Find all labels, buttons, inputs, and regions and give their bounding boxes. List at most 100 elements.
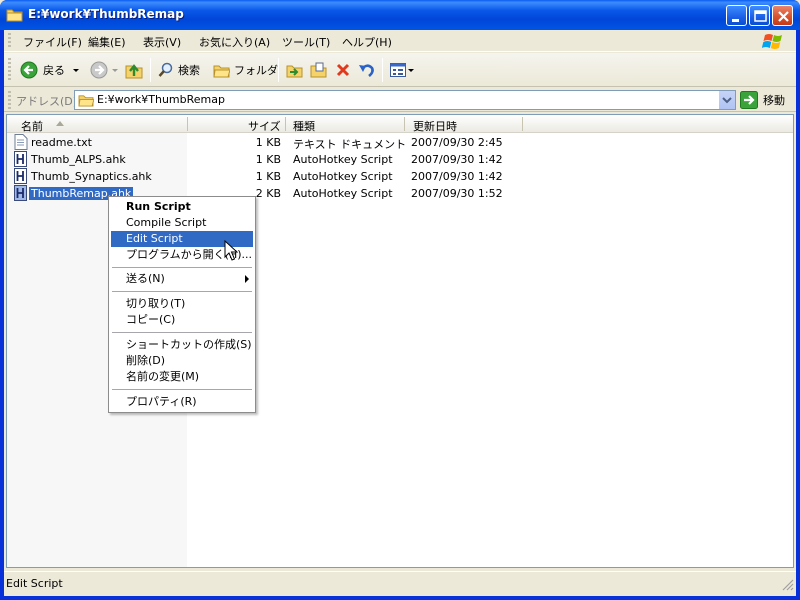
file-row[interactable]: Thumb_ALPS.ahk 1 KB AutoHotkey Script 20…: [7, 151, 793, 168]
mouse-pointer-icon: [224, 240, 238, 261]
file-date: 2007/09/30 1:52: [411, 187, 503, 200]
forward-button[interactable]: [90, 53, 120, 87]
address-dropdown-button[interactable]: [718, 91, 735, 109]
file-row[interactable]: Thumb_Synaptics.ahk 1 KB AutoHotkey Scri…: [7, 168, 793, 185]
address-label: アドレス(D): [16, 95, 78, 108]
minimize-button[interactable]: [726, 5, 747, 26]
column-divider[interactable]: [404, 117, 405, 131]
toolbar-separator: [382, 58, 383, 82]
menu-help[interactable]: ヘルプ(H): [342, 34, 392, 50]
column-header-type[interactable]: 種類: [293, 118, 315, 134]
search-icon: [158, 62, 173, 77]
move-to-button[interactable]: [286, 53, 304, 87]
address-input[interactable]: E:¥work¥ThumbRemap: [74, 90, 736, 110]
context-menu: Run Script Compile Script Edit Script プロ…: [108, 196, 256, 413]
standard-toolbar: 戻る 検索 フォルダ: [4, 53, 796, 87]
status-text: Edit Script: [6, 577, 63, 590]
windows-logo-icon: [762, 34, 782, 49]
menu-edit[interactable]: 編集(E): [88, 34, 126, 50]
views-icon: [390, 63, 406, 77]
column-divider[interactable]: [187, 117, 188, 131]
delete-x-icon: [336, 63, 350, 77]
list-header: 名前 サイズ 種類 更新日時: [7, 115, 793, 134]
folder-icon: [213, 65, 230, 77]
column-divider[interactable]: [285, 117, 286, 131]
menu-item-compile-script[interactable]: Compile Script: [111, 215, 253, 231]
column-header-size[interactable]: サイズ: [248, 118, 281, 134]
resize-grip-icon[interactable]: [782, 579, 794, 591]
ahk-file-icon: [14, 185, 27, 201]
menu-separator: [112, 389, 252, 390]
copy-to-folder-icon: [310, 62, 327, 78]
file-name: Thumb_ALPS.ahk: [31, 153, 126, 166]
chevron-down-icon[interactable]: [71, 65, 81, 75]
menubar-grip[interactable]: [8, 33, 11, 49]
views-button[interactable]: [390, 53, 415, 87]
file-type: AutoHotkey Script: [293, 170, 393, 183]
menu-tools[interactable]: ツール(T): [282, 34, 330, 50]
forward-arrow-icon: [90, 61, 108, 79]
file-date: 2007/09/30 1:42: [411, 170, 503, 183]
delete-button[interactable]: [335, 53, 351, 87]
undo-icon: [359, 64, 374, 78]
folder-icon: [78, 95, 94, 107]
file-size: 1 KB: [255, 153, 281, 166]
go-arrow-icon: [740, 91, 758, 109]
maximize-button[interactable]: [749, 5, 770, 26]
copy-to-button[interactable]: [310, 53, 328, 87]
chevron-down-icon[interactable]: [110, 65, 120, 75]
toolbar-grip[interactable]: [8, 58, 11, 82]
menu-item-delete[interactable]: 削除(D): [111, 353, 253, 369]
text-file-icon: [14, 134, 28, 150]
submenu-arrow-icon: [245, 275, 249, 283]
close-button[interactable]: [772, 5, 793, 26]
window-title: E:¥work¥ThumbRemap: [28, 7, 184, 21]
menu-item-rename[interactable]: 名前の変更(M): [111, 369, 253, 385]
folders-label: フォルダ: [234, 64, 278, 77]
go-button[interactable]: 移動: [740, 90, 785, 110]
menu-item-send-to[interactable]: 送る(N): [111, 271, 253, 287]
back-button[interactable]: 戻る: [20, 53, 81, 87]
file-size: 1 KB: [255, 170, 281, 183]
status-bar: Edit Script: [4, 571, 796, 593]
file-size: 1 KB: [255, 136, 281, 149]
file-name: Thumb_Synaptics.ahk: [31, 170, 152, 183]
menu-item-copy[interactable]: コピー(C): [111, 312, 253, 328]
back-arrow-icon: [20, 61, 38, 79]
menu-favorites[interactable]: お気に入り(A): [199, 34, 270, 50]
file-row[interactable]: readme.txt 1 KB テキスト ドキュメント 2007/09/30 2…: [7, 134, 793, 151]
column-divider[interactable]: [522, 117, 523, 131]
maximize-icon: [754, 10, 767, 22]
menu-view[interactable]: 表示(V): [143, 34, 181, 50]
go-label: 移動: [763, 94, 785, 107]
address-bar: アドレス(D) E:¥work¥ThumbRemap 移動: [4, 88, 796, 112]
menu-item-cut[interactable]: 切り取り(T): [111, 296, 253, 312]
send-to-label: 送る(N): [126, 272, 165, 285]
menu-item-create-shortcut[interactable]: ショートカットの作成(S): [111, 337, 253, 353]
search-button[interactable]: 検索: [158, 53, 200, 87]
up-folder-button[interactable]: [124, 53, 144, 87]
undo-button[interactable]: [358, 53, 376, 87]
folders-button[interactable]: フォルダ: [213, 53, 278, 87]
search-label: 検索: [178, 64, 200, 77]
toolbar-separator: [150, 58, 151, 82]
chevron-down-icon[interactable]: [407, 65, 415, 75]
column-header-date[interactable]: 更新日時: [413, 118, 457, 134]
toolbar-separator: [278, 58, 279, 82]
up-folder-icon: [125, 64, 143, 79]
file-type: AutoHotkey Script: [293, 187, 393, 200]
addressbar-grip[interactable]: [8, 91, 11, 109]
minimize-icon: [732, 19, 739, 22]
move-to-folder-icon: [286, 65, 303, 78]
menu-item-properties[interactable]: プロパティ(R): [111, 394, 253, 410]
column-header-name[interactable]: 名前: [21, 118, 43, 134]
menu-item-run-script[interactable]: Run Script: [111, 199, 253, 215]
close-icon: [778, 11, 789, 22]
folder-icon: [6, 9, 23, 22]
menu-separator: [112, 291, 252, 292]
sort-ascending-icon: [56, 121, 64, 126]
address-path: E:¥work¥ThumbRemap: [97, 93, 225, 106]
menu-file[interactable]: ファイル(F): [23, 34, 82, 50]
title-bar[interactable]: E:¥work¥ThumbRemap: [0, 0, 800, 30]
file-type: AutoHotkey Script: [293, 153, 393, 166]
